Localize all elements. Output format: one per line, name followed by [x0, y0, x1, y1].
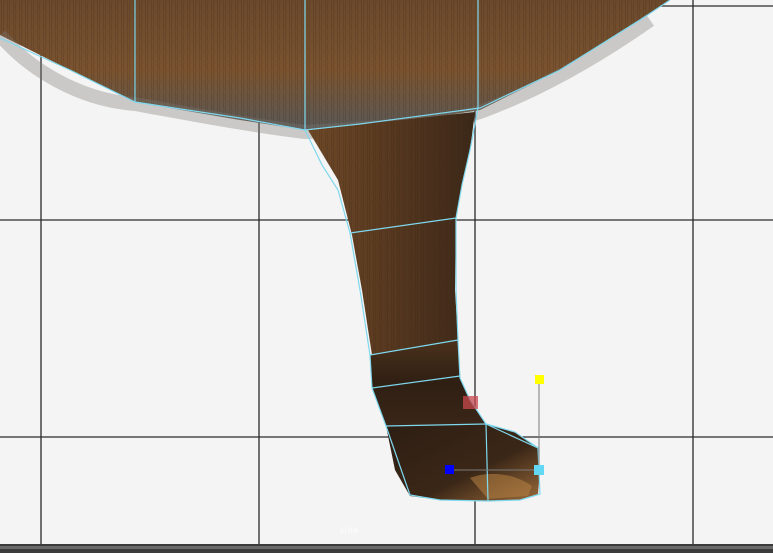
scale-handle[interactable] — [534, 465, 544, 475]
dog-lower-leg-mesh[interactable] — [370, 340, 486, 426]
dog-body-mesh[interactable] — [0, 0, 670, 140]
view-label: side — [340, 526, 359, 535]
dog-upper-leg-mesh[interactable] — [308, 112, 475, 355]
selected-vertex-handle[interactable] — [463, 396, 478, 409]
viewport-bottom-bar — [0, 544, 773, 553]
3d-viewport[interactable]: side — [0, 0, 773, 553]
viewport-canvas[interactable] — [0, 0, 773, 553]
dog-paw-mesh[interactable] — [386, 424, 540, 501]
rotation-handle[interactable] — [535, 375, 544, 384]
pivot-handle[interactable] — [445, 465, 454, 474]
